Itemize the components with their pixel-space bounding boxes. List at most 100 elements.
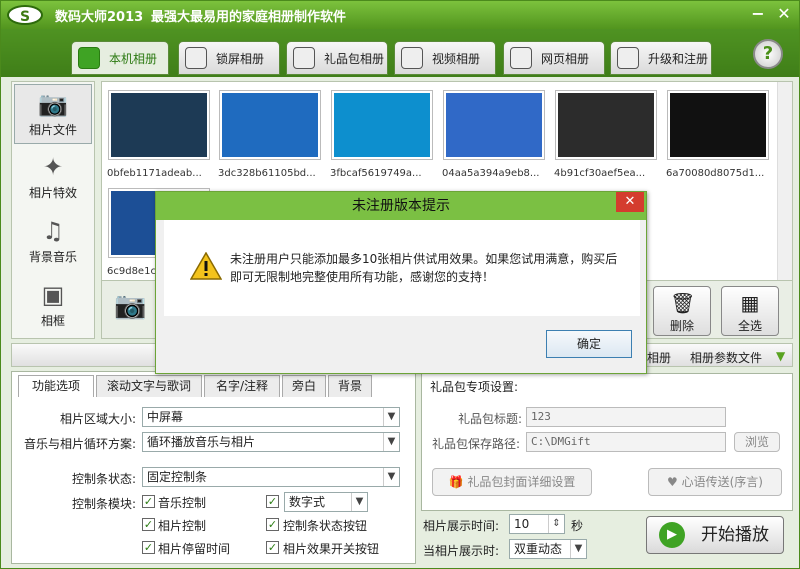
dialog-title: 未注册版本提示 — [156, 192, 646, 220]
photo-thumbnail[interactable] — [219, 90, 321, 160]
ok-button[interactable]: 确定 — [546, 330, 632, 358]
loop-scheme-value: 循环播放音乐与相片 — [147, 435, 256, 449]
gift-cover-settings-button[interactable]: 🎁 礼品包封面详细设置 — [432, 468, 592, 496]
control-module-label: 控制条模块: — [71, 497, 136, 511]
photo-effect-toggle-label: 相片效果开关按钮 — [283, 542, 380, 556]
dialog-close-icon[interactable]: ✕ — [616, 192, 644, 212]
tab-local-album[interactable]: 本机相册 — [71, 41, 169, 75]
photo-control-checkbox[interactable]: ✓ — [142, 518, 155, 531]
gift-title-input[interactable]: 123 — [526, 407, 726, 427]
loop-scheme-label: 音乐与相片循环方案: — [23, 437, 136, 451]
monitor-icon — [185, 47, 207, 69]
music-control-checkbox[interactable]: ✓ — [142, 495, 155, 508]
gallery-scrollbar[interactable] — [777, 82, 792, 280]
tab-background[interactable]: 背景 — [328, 375, 372, 397]
tab-name-notes[interactable]: 名字/注释 — [204, 375, 280, 397]
area-size-label: 相片区域大小: — [59, 412, 136, 426]
gift-settings-panel: 礼品包专项设置: 礼品包标题: 123 礼品包保存路径: C:\DMGift 浏… — [421, 373, 793, 511]
dropdown-arrow-icon[interactable]: ▼ — [776, 349, 785, 363]
heart-message-label: 心语传送(序言) — [681, 475, 763, 489]
album-menu[interactable]: 相册 — [647, 349, 671, 366]
chevron-down-icon: ▼ — [383, 468, 399, 486]
sidebar-item-label: 相框 — [40, 314, 65, 328]
delete-label: 删除 — [669, 319, 694, 333]
sidebar-item-background-music[interactable]: ♫ 背景音乐 — [14, 212, 92, 272]
add-photo-camera-icon[interactable]: 📷 — [114, 291, 146, 321]
photo-thumbnail-label: 04aa5a394a9eb8... — [442, 168, 540, 179]
delete-button[interactable]: 🗑 删除 — [653, 286, 711, 336]
trash-icon: 🗑 — [670, 291, 696, 315]
minimize-icon[interactable]: − — [747, 4, 769, 24]
photo-thumbnail[interactable] — [443, 90, 545, 160]
music-control-label: 音乐控制 — [158, 496, 207, 510]
sidebar-item-photo-effects[interactable]: ✦ 相片特效 — [14, 148, 92, 208]
loop-scheme-select[interactable]: 循环播放音乐与相片 ▼ — [142, 432, 400, 452]
select-all-button[interactable]: ▦ 全选 — [721, 286, 779, 336]
start-play-button[interactable]: ▶ 开始播放 — [646, 516, 784, 554]
options-panel: 功能选项 滚动文字与歌词 名字/注释 旁白 背景 相片区域大小: 中屏幕 ▼ 音乐… — [11, 371, 416, 564]
chevron-down-icon: ▼ — [570, 540, 586, 558]
tab-label: 礼品包相册 — [324, 51, 385, 66]
tab-web-album[interactable]: 网页相册 — [503, 41, 605, 75]
sidebar-item-label: 相片特效 — [28, 186, 77, 200]
tab-gift-album[interactable]: 礼品包相册 — [286, 41, 388, 75]
photo-thumbnail-label: 3fbcaf5619749a... — [330, 168, 422, 179]
dialog-message: 未注册用户只能添加最多10张相片供试用效果。如果您试用满意，购买后即可无限制地完… — [230, 252, 618, 284]
tab-lockscreen-album[interactable]: 锁屏相册 — [178, 41, 280, 75]
tab-label: 升级和注册 — [648, 51, 709, 66]
control-bar-value: 固定控制条 — [147, 470, 208, 484]
app-window: S 数码大师2013 最强大最易用的家庭相册制作软件 − ✕ 本机相册 锁屏相册… — [0, 0, 800, 569]
start-play-label: 开始播放 — [701, 525, 769, 545]
close-icon[interactable]: ✕ — [773, 4, 795, 24]
tab-label: 本机相册 — [109, 51, 158, 66]
heart-message-button[interactable]: ♥ 心语传送(序言) — [648, 468, 782, 496]
sidebar-item-photo-files[interactable]: 📷 相片文件 — [14, 84, 92, 144]
browse-button[interactable]: 浏览 — [734, 432, 780, 452]
photo-thumbnail-label: 3dc328b61105bd... — [218, 168, 316, 179]
tab-video-album[interactable]: 视频相册 — [394, 41, 496, 75]
globe-icon — [617, 47, 639, 69]
chevron-down-icon: ▼ — [383, 408, 399, 426]
digital-style-select[interactable]: 数字式 ▼ — [284, 492, 368, 512]
chevron-down-icon: ▼ — [383, 433, 399, 451]
app-slogan: 最强大最易用的家庭相册制作软件 — [151, 10, 347, 25]
gift-cover-label: 礼品包封面详细设置 — [467, 475, 576, 489]
tab-upgrade-register[interactable]: 升级和注册 — [610, 41, 712, 75]
main-tab-bar: 本机相册 锁屏相册 礼品包相册 视频相册 网页相册 升级和注册 ? — [1, 29, 799, 77]
display-time-spinner[interactable]: 10 ⇕ — [509, 514, 565, 534]
select-all-label: 全选 — [737, 319, 762, 333]
frame-icon: ▣ — [41, 281, 65, 309]
music-note-icon: ♫ — [42, 217, 64, 245]
photo-thumbnail[interactable] — [331, 90, 433, 160]
photo-duration-checkbox[interactable]: ✓ — [142, 541, 155, 554]
display-time-label: 相片展示时间: — [423, 519, 500, 533]
tab-label: 网页相册 — [541, 51, 590, 66]
area-size-select[interactable]: 中屏幕 ▼ — [142, 407, 400, 427]
photo-thumbnail[interactable] — [108, 90, 210, 160]
play-icon: ▶ — [659, 522, 685, 548]
photo-thumbnail-label: 6c9d8e1c — [107, 266, 156, 277]
gift-path-input[interactable]: C:\DMGift — [526, 432, 726, 452]
photo-thumbnail-label: 4b91cf30aef5ea... — [554, 168, 646, 179]
sidebar-item-label: 背景音乐 — [28, 250, 77, 264]
area-size-value: 中屏幕 — [147, 410, 184, 424]
gift-settings-title: 礼品包专项设置: — [430, 380, 519, 394]
album-params-menu[interactable]: 相册参数文件 — [690, 349, 762, 366]
sidebar-item-photo-frame[interactable]: ▣ 相框 — [14, 276, 92, 336]
tab-scroll-text-lyrics[interactable]: 滚动文字与歌词 — [96, 375, 202, 397]
photo-effect-toggle-checkbox[interactable]: ✓ — [266, 541, 279, 554]
tab-narration[interactable]: 旁白 — [282, 375, 326, 397]
sidebar: 📷 相片文件 ✦ 相片特效 ♫ 背景音乐 ▣ 相框 — [11, 81, 95, 339]
digital-checkbox[interactable]: ✓ — [266, 495, 279, 508]
tab-function-options[interactable]: 功能选项 — [18, 375, 94, 397]
digital-style-value: 数字式 — [289, 495, 326, 509]
control-bar-state-checkbox[interactable]: ✓ — [266, 518, 279, 531]
photo-thumbnail[interactable] — [555, 90, 657, 160]
chevron-down-icon: ▼ — [351, 493, 367, 511]
photo-thumbnail[interactable] — [667, 90, 769, 160]
dialog-body: 未注册用户只能添加最多10张相片供试用效果。如果您试用满意，购买后即可无限制地完… — [164, 220, 640, 316]
display-mode-select[interactable]: 双重动态 ▼ — [509, 539, 587, 559]
control-bar-select[interactable]: 固定控制条 ▼ — [142, 467, 400, 487]
display-mode-label: 当相片展示时: — [423, 544, 500, 558]
help-icon[interactable]: ? — [753, 39, 783, 69]
